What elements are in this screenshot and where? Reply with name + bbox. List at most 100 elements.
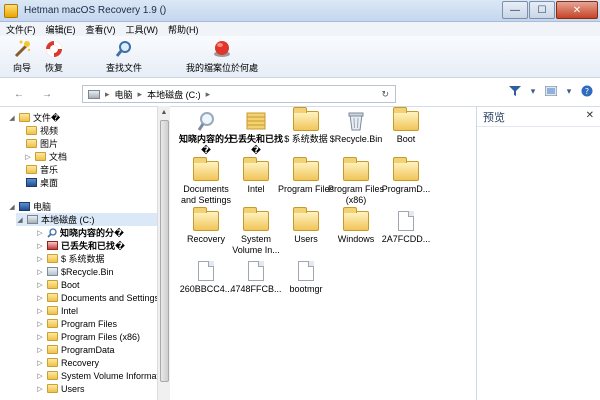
scroll-up-arrow-icon[interactable]: ▲ [158,106,170,118]
tree-row-desktop[interactable]: 桌面 [26,176,58,189]
expand-arrow-icon[interactable]: ▷ [36,268,44,276]
file-label: 2A7FCDD... [381,234,431,244]
folder-icon [47,254,58,263]
collapse-arrow-icon[interactable]: ◢ [8,114,16,122]
tree-label: 文件� [33,113,61,123]
expand-arrow-icon[interactable]: ▷ [36,385,44,393]
tree-row-pictures[interactable]: 图片 [26,137,58,150]
expand-arrow-icon[interactable]: ▷ [36,333,44,341]
tree-row-item[interactable]: ▷ Recovery [36,356,99,369]
tree-row-item[interactable]: ▷ $ 系统数据 [36,252,105,265]
help-icon[interactable]: ? [580,85,594,97]
expand-arrow-icon[interactable]: ▷ [36,242,44,250]
folder-icon [47,384,58,393]
expand-arrow-icon[interactable]: ▷ [36,359,44,367]
refresh-icon[interactable]: ↻ [381,89,389,100]
expand-arrow-icon[interactable]: ▷ [36,346,44,354]
folder-icon [47,319,58,328]
file-item[interactable]: 2A7FCDD... [376,211,436,245]
magnifier-icon [193,111,219,131]
tree-row-item[interactable]: ▷ Program Files (x86) [36,330,140,343]
folder-icon [343,157,369,181]
window-controls: — ☐ ✕ [501,1,598,19]
expand-arrow-icon[interactable]: ▷ [36,229,44,237]
view-mode-icon[interactable] [544,85,558,97]
tree-row-item[interactable]: ▷ $Recycle.Bin [36,265,113,278]
recover-button[interactable]: 恢复 [44,39,64,74]
maximize-button[interactable]: ☐ [529,1,555,19]
path-box[interactable]: ▸ 电脑 ▸ 本地磁盘 (C:) ▸ ↻ [82,85,396,103]
tree-label: 文档 [49,152,68,162]
expand-arrow-icon[interactable]: ▷ [36,255,44,263]
collapse-arrow-icon[interactable]: ◢ [8,203,16,211]
expand-arrow-icon[interactable]: ▷ [36,294,44,302]
where-is-my-file-label: 我的檔案位於何處 [186,63,259,73]
tree-row-item[interactable]: ▷ 已丢失和已找� [36,239,125,252]
menu-file[interactable]: 文件(F) [2,23,40,36]
expand-arrow-icon[interactable]: ▷ [36,320,44,328]
tree-label: 电脑 [33,202,52,212]
tree-row-item[interactable]: ▷ 知晓内容的分� [36,226,124,239]
dropdown-arrow-icon[interactable]: ▾ [526,85,540,97]
folder-icon [293,157,319,181]
tree-row-item[interactable]: ▷ ProgramData [36,343,114,356]
tree-row-item[interactable]: ▷ Boot [36,278,79,291]
video-folder-icon [26,126,37,135]
document-folder-icon [35,152,46,161]
tree-row-item[interactable]: ▷ System Volume Informat [36,369,159,382]
drive-icon [88,89,100,99]
forward-button[interactable]: → [40,87,54,101]
filter-icon[interactable] [508,85,522,97]
path-separator: ▸ [137,88,143,99]
wizard-button[interactable]: 向导 [12,39,32,74]
file-label: Boot [396,134,416,144]
menu-edit[interactable]: 编辑(E) [42,23,80,36]
tree-row-item[interactable]: ▷ Intel [36,304,78,317]
path-segment-local-disk[interactable]: 本地磁盘 (C:) [147,88,201,101]
folder-icon [47,371,58,380]
expand-arrow-icon[interactable]: ▷ [24,153,32,161]
dropdown-arrow-icon[interactable]: ▾ [562,85,576,97]
red-button-icon [212,39,232,59]
back-button[interactable]: ← [12,87,26,101]
tree-label: 知晓内容的分� [60,228,125,238]
tree-row-local-disk[interactable]: ◢ 本地磁盘 (C:) [16,213,157,226]
desktop-icon [26,178,37,187]
expand-arrow-icon[interactable]: ▷ [36,307,44,315]
tree-row-computer[interactable]: ◢ 电脑 [8,200,51,213]
tree-label: Documents and Settings [61,292,160,303]
minimize-button[interactable]: — [502,1,528,19]
tree-row-item[interactable]: ▷ Program Files [36,317,117,330]
lost-found-icon [243,111,269,131]
tree-row-item[interactable]: ▷ Documents and Settings [36,291,159,304]
tree-row-files[interactable]: ◢ 文件� [8,111,60,124]
expand-arrow-icon[interactable]: ▷ [36,372,44,380]
close-button[interactable]: ✕ [556,1,598,19]
menu-view[interactable]: 查看(V) [82,23,120,36]
file-item[interactable]: Boot [376,107,436,145]
magnifier-icon [114,39,134,59]
folder-icon [47,306,58,315]
collapse-arrow-icon[interactable]: ◢ [16,216,24,224]
menu-help[interactable]: 帮助(H) [164,23,203,36]
close-icon[interactable]: ✕ [586,110,594,121]
tree-row-music[interactable]: 音乐 [26,163,58,176]
drive-icon [27,215,38,224]
wand-icon [12,39,32,59]
tree-label: 已丢失和已找� [61,241,126,251]
tree-label: Program Files (x86) [61,331,141,342]
tree-row-item[interactable]: ▷ Users [36,382,84,395]
tree-row-docs[interactable]: ▷ 文档 [24,150,67,163]
tree-label: 图片 [40,139,59,149]
tree-scrollbar[interactable]: ▲ [157,106,170,400]
find-files-button[interactable]: 查找文件 [106,39,142,74]
where-is-my-file-button[interactable]: 我的檔案位於何處 [186,39,258,74]
path-segment-computer[interactable]: 电脑 [115,88,133,101]
expand-arrow-icon[interactable]: ▷ [36,281,44,289]
tree-row-videos[interactable]: 视频 [26,124,58,137]
menu-tools[interactable]: 工具(W) [122,23,163,36]
file-item[interactable]: bootmgr [276,261,336,295]
file-item[interactable]: ProgramD... [376,157,436,195]
scroll-thumb[interactable] [160,120,169,382]
lifebuoy-icon [44,39,64,59]
